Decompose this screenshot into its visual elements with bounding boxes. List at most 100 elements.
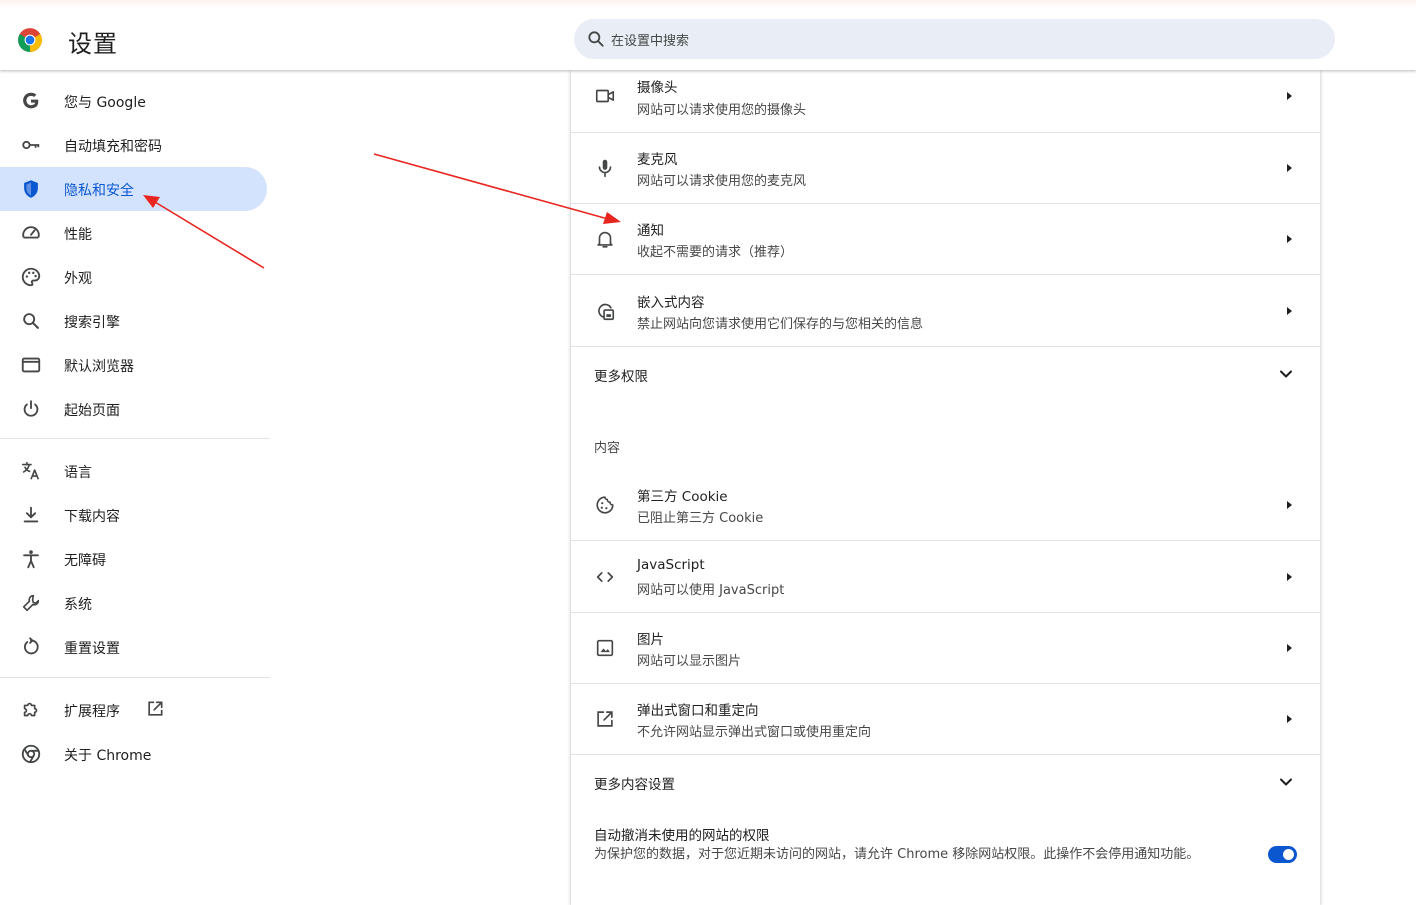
arrow-right-icon xyxy=(1287,307,1292,315)
search-input[interactable]: 在设置中搜索 xyxy=(611,30,689,49)
row-title: 嵌入式内容 xyxy=(637,295,705,311)
sidebar-item-you-and-google[interactable]: 您与 Google xyxy=(0,79,267,123)
arrow-right-icon xyxy=(1287,92,1292,100)
more-permissions-label: 更多权限 xyxy=(594,369,648,385)
image-icon xyxy=(596,639,614,657)
chevron-down-icon xyxy=(1280,778,1292,786)
row-title: JavaScript xyxy=(637,557,705,573)
sidebar-item-downloads[interactable]: 下载内容 xyxy=(0,493,267,537)
embedded-content-icon xyxy=(598,303,615,321)
row-title: 麦克风 xyxy=(637,152,678,168)
reset-icon xyxy=(23,637,39,655)
sidebar-item-default-browser[interactable]: 默认浏览器 xyxy=(0,343,267,387)
site-settings-panel: 摄像头 网站可以请求使用您的摄像头 麦克风 网站可以请求使用您的麦克风 通知 收… xyxy=(571,70,1320,905)
sidebar-item-label: 关于 Chrome xyxy=(64,748,152,764)
sidebar-item-autofill[interactable]: 自动填充和密码 xyxy=(0,123,267,167)
sidebar-item-label: 隐私和安全 xyxy=(64,183,134,199)
row-subtitle: 网站可以使用 JavaScript xyxy=(637,583,785,598)
arrow-right-icon xyxy=(1287,715,1292,723)
power-icon xyxy=(23,400,39,417)
row-title: 弹出式窗口和重定向 xyxy=(637,703,759,719)
settings-header: 设置 在设置中搜索 xyxy=(0,0,1416,70)
sidebar-item-label: 重置设置 xyxy=(64,641,120,657)
page-title: 设置 xyxy=(68,30,118,58)
bell-icon xyxy=(597,231,613,248)
translate-icon xyxy=(21,461,40,480)
sidebar-item-appearance[interactable]: 外观 xyxy=(0,255,267,299)
sidebar-item-label: 语言 xyxy=(64,465,92,481)
permission-row-notifications[interactable]: 通知 收起不需要的请求（推荐） xyxy=(571,204,1320,275)
row-subtitle: 网站可以请求使用您的麦克风 xyxy=(637,174,807,189)
sidebar-item-label: 系统 xyxy=(64,597,92,613)
speedometer-icon xyxy=(22,226,40,239)
toggle-knob xyxy=(1283,849,1294,860)
auto-revoke-description: 为保护您的数据，对于您近期未访问的网站，请允许 Chrome 移除网站权限。此操… xyxy=(594,847,1200,862)
content-row-third-party-cookies[interactable]: 第三方 Cookie 已阻止第三方 Cookie xyxy=(571,469,1320,541)
arrow-right-icon xyxy=(1287,164,1292,172)
row-subtitle: 已阻止第三方 Cookie xyxy=(637,511,764,526)
content-row-javascript[interactable]: JavaScript 网站可以使用 JavaScript xyxy=(571,541,1320,613)
puzzle-icon xyxy=(23,702,38,717)
permission-row-camera[interactable]: 摄像头 网站可以请求使用您的摄像头 xyxy=(571,60,1320,133)
more-content-settings-toggle[interactable]: 更多内容设置 xyxy=(571,755,1320,809)
shield-icon xyxy=(24,180,38,198)
sidebar-item-label: 性能 xyxy=(64,227,92,243)
arrow-right-icon xyxy=(1287,235,1292,243)
sidebar-divider xyxy=(0,438,270,439)
wrench-icon xyxy=(22,594,40,612)
row-title: 通知 xyxy=(637,223,664,239)
content-section-heading: 内容 xyxy=(594,441,621,456)
row-title: 摄像头 xyxy=(637,80,678,96)
sidebar-item-label: 搜索引擎 xyxy=(64,315,120,331)
sidebar-item-privacy[interactable]: 隐私和安全 xyxy=(0,167,267,211)
row-subtitle: 不允许网站显示弹出式窗口或使用重定向 xyxy=(637,725,872,740)
search-bar[interactable]: 在设置中搜索 xyxy=(574,19,1335,59)
search-icon xyxy=(588,31,604,47)
open-external-icon xyxy=(148,701,163,716)
sidebar-item-search-engine[interactable]: 搜索引擎 xyxy=(0,299,267,343)
row-title: 第三方 Cookie xyxy=(637,489,728,505)
key-icon xyxy=(22,140,40,150)
sidebar-item-label: 默认浏览器 xyxy=(64,359,134,375)
google-g-icon xyxy=(23,92,39,109)
more-permissions-toggle[interactable]: 更多权限 xyxy=(571,347,1320,399)
sidebar-item-about-chrome[interactable]: 关于 Chrome xyxy=(0,732,267,776)
sidebar-item-system[interactable]: 系统 xyxy=(0,581,267,625)
sidebar-item-label: 自动填充和密码 xyxy=(64,139,162,155)
palette-icon xyxy=(21,267,41,287)
row-subtitle: 收起不需要的请求（推荐） xyxy=(637,245,794,260)
permission-row-microphone[interactable]: 麦克风 网站可以请求使用您的麦克风 xyxy=(571,133,1320,204)
camera-icon xyxy=(595,89,615,103)
download-icon xyxy=(23,506,39,523)
content-row-images[interactable]: 图片 网站可以显示图片 xyxy=(571,613,1320,684)
cookie-icon xyxy=(596,496,614,514)
chevron-down-icon xyxy=(1280,370,1292,378)
row-subtitle: 网站可以请求使用您的摄像头 xyxy=(637,103,807,118)
row-title: 图片 xyxy=(637,632,664,648)
browser-window-icon xyxy=(21,357,41,373)
chrome-logo-icon xyxy=(18,28,42,52)
sidebar-item-extensions[interactable]: 扩展程序 xyxy=(0,688,267,732)
auto-revoke-title: 自动撤消未使用的网站的权限 xyxy=(594,828,770,844)
auto-revoke-toggle[interactable] xyxy=(1268,846,1297,863)
sidebar-item-languages[interactable]: 语言 xyxy=(0,449,267,493)
sidebar: 您与 Google 自动填充和密码 隐私和安全 性能 外观 搜索引擎 默认浏览器… xyxy=(0,70,270,905)
sidebar-item-label: 下载内容 xyxy=(64,509,120,525)
row-subtitle: 网站可以显示图片 xyxy=(637,654,742,669)
open-external-icon xyxy=(597,711,613,727)
sidebar-item-on-startup[interactable]: 起始页面 xyxy=(0,387,267,431)
sidebar-item-label: 扩展程序 xyxy=(64,704,120,720)
search-icon xyxy=(23,313,39,329)
sidebar-item-label: 外观 xyxy=(64,271,92,287)
sidebar-item-label: 无障碍 xyxy=(64,553,106,569)
arrow-right-icon xyxy=(1287,501,1292,509)
sidebar-item-reset[interactable]: 重置设置 xyxy=(0,625,267,669)
content-row-popups-redirects[interactable]: 弹出式窗口和重定向 不允许网站显示弹出式窗口或使用重定向 xyxy=(571,684,1320,755)
microphone-icon xyxy=(598,159,612,178)
row-subtitle: 禁止网站向您请求使用它们保存的与您相关的信息 xyxy=(637,317,924,332)
header-top-strip xyxy=(0,0,1416,8)
sidebar-item-performance[interactable]: 性能 xyxy=(0,211,267,255)
code-icon xyxy=(596,572,614,582)
sidebar-item-accessibility[interactable]: 无障碍 xyxy=(0,537,267,581)
permission-row-embedded-content[interactable]: 嵌入式内容 禁止网站向您请求使用它们保存的与您相关的信息 xyxy=(571,275,1320,347)
